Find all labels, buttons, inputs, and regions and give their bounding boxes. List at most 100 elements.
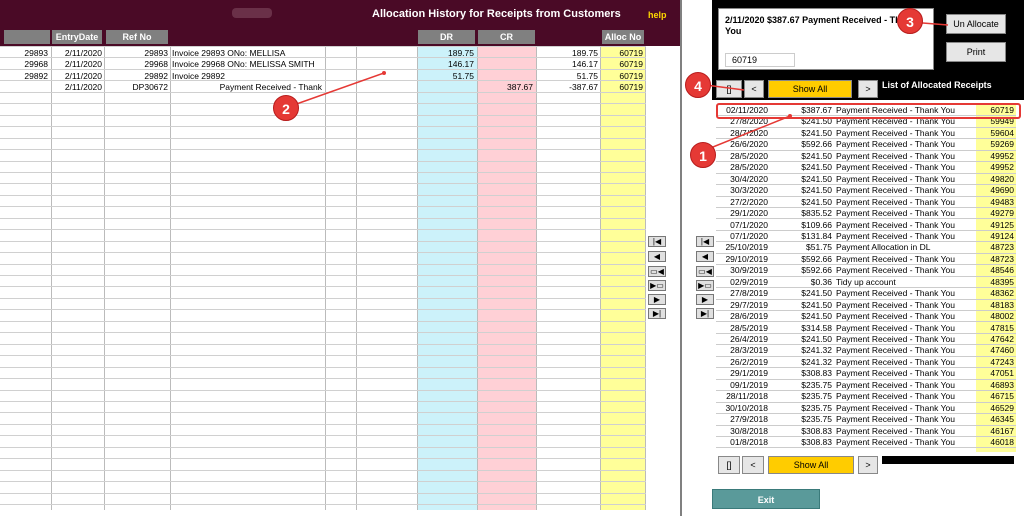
receipt-row[interactable]: 27/2/2020 $241.50 Payment Received - Thank… [716,197,1016,208]
col-header-entrydate[interactable]: EntryDate [52,30,102,44]
alloc-no-field[interactable]: 60719 [725,53,795,67]
grid-cell-desc[interactable]: Payment Received - Thank [172,82,322,93]
receipt-first-button[interactable]: |◀ [696,236,714,247]
grid-cell-bal[interactable]: 146.17 [538,59,598,70]
receipt-row[interactable]: 28/5/2019 $314.58 Payment Received - Thank… [716,323,1016,334]
receipt-row[interactable]: 30/3/2020 $241.50 Payment Received - Thank… [716,185,1016,197]
grid-cell-desc[interactable]: Invoice 29892 [172,71,322,82]
grid-cell-alloc[interactable]: 60719 [602,48,643,59]
grid-cell-cr[interactable]: 387.67 [478,82,533,93]
print-button[interactable]: Print [946,42,1006,62]
receipt-row[interactable]: 30/9/2019 $592.66 Payment Received - Thank… [716,265,1016,277]
grid-cell-cr[interactable] [478,59,533,70]
receipt-row[interactable]: 28/3/2019 $241.32 Payment Received - Thank… [716,345,1016,357]
grid-hline [0,320,646,322]
bottom-clear-button[interactable]: [] [718,456,740,474]
last-record-button[interactable]: ▶| [648,308,666,319]
grid-cell-date[interactable]: 2/11/2020 [52,59,102,70]
prev-record-button[interactable]: ◀ [648,251,666,262]
receipt-new-button[interactable]: ▭◀ [696,266,714,277]
clear-filter-button[interactable]: [] [716,80,742,98]
grid-cell-date[interactable]: 2/11/2020 [52,71,102,82]
receipt-alloc: 46893 [990,379,1014,390]
receipt-prev-button[interactable]: ◀ [696,251,714,262]
col-header-refno[interactable]: Ref No [106,30,168,44]
bottom-show-all-button[interactable]: Show All [768,456,854,474]
receipt-row[interactable]: 29/1/2019 $308.83 Payment Received - Thank… [716,368,1016,380]
receipt-row[interactable]: 29/10/2019 $592.66 Payment Received - Than… [716,254,1016,266]
grid-cell-id[interactable] [2,82,48,93]
receipt-row[interactable]: 28/5/2020 $241.50 Payment Received - Thank… [716,162,1016,174]
grid-cell-desc[interactable]: Invoice 29968 ONo: MELISSA SMITH [172,59,322,70]
grid-cell-ref[interactable]: DP30672 [106,82,168,93]
bottom-prev-button[interactable]: < [742,456,764,474]
receipt-row[interactable]: 07/1/2020 $109.66 Payment Received - Thank… [716,220,1016,231]
receipt-new-right-button[interactable]: ▶▭ [696,280,714,291]
first-record-button[interactable]: |◀ [648,236,666,247]
blurred-logo [232,8,272,18]
grid-cell-desc[interactable]: Invoice 29893 ONo: MELLISA [172,48,322,59]
help-link[interactable]: help [648,10,667,20]
receipt-row[interactable]: 01/8/2018 $308.83 Payment Received - Thank… [716,437,1016,449]
grid-cell-date[interactable]: 2/11/2020 [52,48,102,59]
receipt-row[interactable]: 30/10/2018 $235.75 Payment Received - Than… [716,403,1016,415]
grid-cell-ref[interactable]: 29968 [106,59,168,70]
prev-page-button[interactable]: < [744,80,764,98]
grid-hline [0,252,646,254]
grid-cell-alloc[interactable]: 60719 [602,59,643,70]
grid-cell-dr[interactable] [418,82,474,93]
receipt-row[interactable]: 25/10/2019 $51.75 Payment Allocation in DL… [716,242,1016,254]
show-all-button[interactable]: Show All [768,80,852,98]
grid-cell-alloc[interactable]: 60719 [602,71,643,82]
receipt-row[interactable]: 30/8/2018 $308.83 Payment Received - Thank… [716,426,1016,437]
receipt-row[interactable]: 28/6/2019 $241.50 Payment Received - Thank… [716,311,1016,323]
column-header-row [0,28,680,46]
receipt-row[interactable]: 29/7/2019 $241.50 Payment Received - Thank… [716,300,1016,312]
grid-cell-cr[interactable] [478,48,533,59]
exit-button[interactable]: Exit [712,489,820,509]
receipt-row[interactable]: 26/2/2019 $241.32 Payment Received - Thank… [716,357,1016,369]
grid-cell-bal[interactable]: 189.75 [538,48,598,59]
grid-cell-dr[interactable]: 51.75 [418,71,474,82]
receipt-row[interactable]: 07/1/2020 $131.84 Payment Received - Thank… [716,231,1016,243]
col-header-cr[interactable]: CR [478,30,535,44]
grid-cell-alloc[interactable]: 60719 [602,82,643,93]
grid-cell-ref[interactable]: 29892 [106,71,168,82]
grid-cell-id[interactable]: 29968 [2,59,48,70]
receipt-row[interactable]: 27/9/2018 $235.75 Payment Received - Thank… [716,414,1016,426]
receipt-row[interactable]: 28/11/2018 $235.75 Payment Received - Than… [716,391,1016,403]
receipt-row[interactable]: 02/9/2019 $0.36 Tidy up account 48395 [716,277,1016,289]
grid-cell-ref[interactable]: 29893 [106,48,168,59]
grid-cell-id[interactable]: 29893 [2,48,48,59]
grid-cell-cr[interactable] [478,71,533,82]
col-header-dr[interactable]: DR [418,30,475,44]
receipt-row[interactable]: 29/1/2020 $835.52 Payment Received - Thank… [716,208,1016,220]
new-record-right-button[interactable]: ▶▭ [648,280,666,291]
receipt-row[interactable]: 30/4/2020 $241.50 Payment Received - Thank… [716,174,1016,186]
receipt-row[interactable]: 27/8/2019 $241.50 Payment Received - Thank… [716,288,1016,300]
receipt-row[interactable]: 26/4/2019 $241.50 Payment Received - Thank… [716,334,1016,346]
bottom-next-button[interactable]: > [858,456,878,474]
receipt-desc: Payment Received - Thank You [836,150,955,161]
next-page-button[interactable]: > [858,80,878,98]
unallocate-button[interactable]: Un Allocate [946,14,1006,34]
next-record-button[interactable]: ▶ [648,294,666,305]
receipt-date: 28/3/2019 [730,345,768,356]
new-record-button[interactable]: ▭◀ [648,266,666,277]
receipt-alloc: 46345 [990,414,1014,425]
grid-cell-date[interactable]: 2/11/2020 [52,82,102,93]
grid-cell-bal[interactable]: 51.75 [538,71,598,82]
receipt-row[interactable]: 28/7/2020 $241.50 Payment Received - Thank… [716,128,1016,140]
grid-cell-dr[interactable]: 189.75 [418,48,474,59]
col-header-allocno[interactable]: Alloc No [602,30,644,44]
grid-hline [0,458,646,460]
receipt-last-button[interactable]: ▶| [696,308,714,319]
receipt-next-button[interactable]: ▶ [696,294,714,305]
receipt-row[interactable]: 26/6/2020 $592.66 Payment Received - Thank… [716,139,1016,151]
receipt-row[interactable]: 09/1/2019 $235.75 Payment Received - Thank… [716,379,1016,392]
grid-hline [0,309,646,311]
grid-cell-id[interactable]: 29892 [2,71,48,82]
grid-cell-bal[interactable]: -387.67 [538,82,598,93]
receipt-row[interactable]: 28/5/2020 $241.50 Payment Received - Thank… [716,150,1016,163]
grid-cell-dr[interactable]: 146.17 [418,59,474,70]
